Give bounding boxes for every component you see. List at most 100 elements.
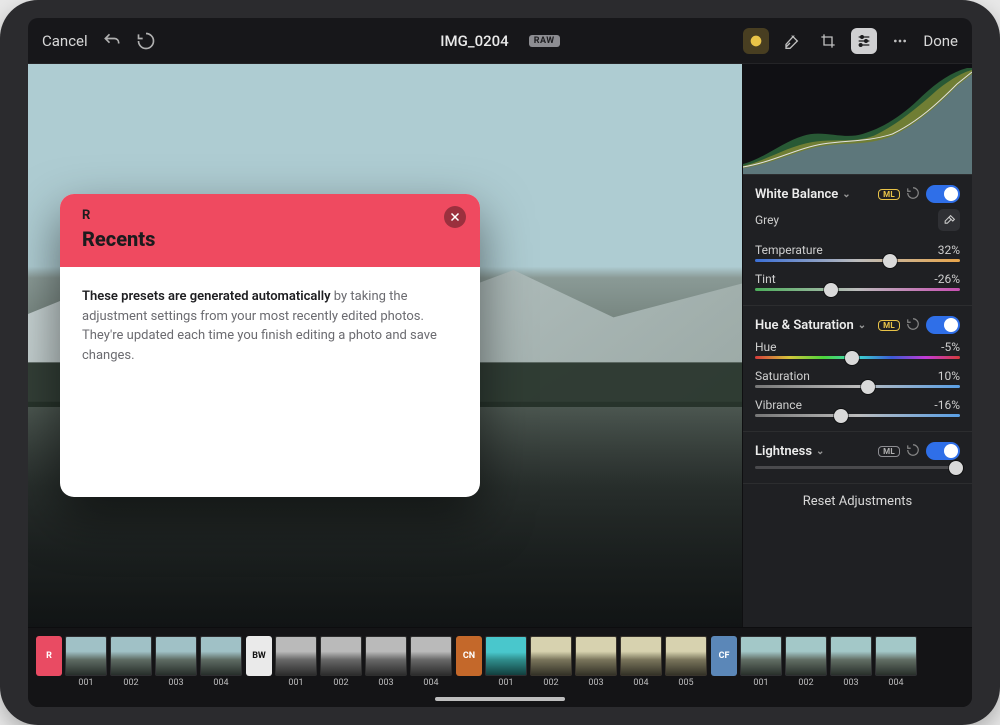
thumbnail-label: 003 (378, 678, 393, 688)
preset-thumb[interactable]: 003 (830, 636, 872, 688)
eyedropper-button[interactable] (938, 209, 960, 231)
thumbnail-image (485, 636, 527, 676)
crop-tool-button[interactable] (815, 28, 841, 54)
preset-thumb[interactable]: 003 (155, 636, 197, 688)
preset-thumb[interactable]: 001 (485, 636, 527, 688)
thumbnail-label: 002 (798, 678, 813, 688)
wb-toggle[interactable] (926, 185, 960, 203)
inspector-panel: White Balance ⌄ ML Grey (742, 64, 972, 627)
done-button[interactable]: Done (923, 32, 958, 50)
wb-ml-badge[interactable]: ML (878, 189, 900, 200)
lightness-toggle[interactable] (926, 442, 960, 460)
ml-enhance-button[interactable] (743, 28, 769, 54)
hs-toggle[interactable] (926, 316, 960, 334)
thumbnail-label: 003 (168, 678, 183, 688)
preset-thumb[interactable]: 001 (740, 636, 782, 688)
thumbnail-label: 004 (213, 678, 228, 688)
home-indicator[interactable] (435, 697, 565, 701)
sat-label: Saturation (755, 369, 810, 383)
preset-thumb[interactable]: 002 (110, 636, 152, 688)
preset-thumb[interactable]: 001 (65, 636, 107, 688)
white-balance-header[interactable]: White Balance ⌄ (755, 187, 872, 202)
thumbnail-image (320, 636, 362, 676)
preset-thumb[interactable]: 002 (320, 636, 362, 688)
thumbnail-image (785, 636, 827, 676)
adjustments-button[interactable] (851, 28, 877, 54)
thumbnail-label: 001 (753, 678, 768, 688)
chevron-down-icon: ⌄ (858, 320, 866, 331)
section-lightness: Lightness ⌄ ML (743, 431, 972, 483)
preset-thumb[interactable]: 004 (620, 636, 662, 688)
section-hue-saturation: Hue & Saturation ⌄ ML Hue -5% (743, 305, 972, 431)
filmstrip-tag-r[interactable]: R (36, 636, 62, 676)
temperature-slider[interactable] (755, 259, 960, 262)
temperature-value: 32% (938, 243, 960, 257)
reset-adjustments-button[interactable]: Reset Adjustments (743, 483, 972, 519)
thumbnail-image (275, 636, 317, 676)
tint-value: -26% (934, 272, 960, 286)
vibrance-slider[interactable] (755, 414, 960, 417)
modal-body: These presets are generated automaticall… (60, 267, 480, 497)
preset-thumb[interactable]: 004 (875, 636, 917, 688)
thumbnail-image (620, 636, 662, 676)
hs-reset-icon[interactable] (906, 317, 920, 334)
raw-badge: RAW (529, 35, 560, 47)
thumbnail-image (410, 636, 452, 676)
filmstrip-group-bw: BW001 002 003 004 (246, 636, 452, 688)
thumbnail-image (875, 636, 917, 676)
preset-thumb[interactable]: 002 (530, 636, 572, 688)
lightness-header[interactable]: Lightness ⌄ (755, 444, 872, 459)
thumbnail-image (830, 636, 872, 676)
revert-icon[interactable] (136, 31, 156, 51)
thumbnail-image (365, 636, 407, 676)
chevron-down-icon: ⌄ (842, 189, 850, 200)
thumbnail-label: 002 (333, 678, 348, 688)
recents-info-modal: R Recents These presets are generated au… (60, 194, 480, 497)
vib-value: -16% (934, 398, 960, 412)
thumbnail-label: 003 (843, 678, 858, 688)
hue-sat-header[interactable]: Hue & Saturation ⌄ (755, 318, 872, 333)
hs-ml-badge[interactable]: ML (878, 320, 900, 331)
preset-thumb[interactable]: 004 (410, 636, 452, 688)
filmstrip-tag-bw[interactable]: BW (246, 636, 272, 676)
tint-slider[interactable] (755, 288, 960, 291)
histogram[interactable] (743, 64, 972, 174)
thumbnail-label: 004 (633, 678, 648, 688)
hue-slider[interactable] (755, 356, 960, 359)
wb-reset-icon[interactable] (906, 186, 920, 203)
lightness-title: Lightness (755, 444, 812, 459)
filmstrip[interactable]: R001002003004BW001002003004CN00100200300… (28, 627, 972, 707)
filmstrip-tag-cn[interactable]: CN (456, 636, 482, 676)
lightness-slider[interactable] (755, 466, 960, 469)
lightness-reset-icon[interactable] (906, 443, 920, 460)
photo-canvas[interactable]: R Recents These presets are generated au… (28, 64, 742, 627)
thumbnail-label: 004 (888, 678, 903, 688)
preset-thumb[interactable]: 003 (575, 636, 617, 688)
thumbnail-label: 005 (678, 678, 693, 688)
thumbnail-label: 002 (123, 678, 138, 688)
wb-mode-label: Grey (755, 213, 779, 227)
modal-title: Recents (82, 227, 462, 251)
filmstrip-tag-cf[interactable]: CF (711, 636, 737, 676)
lightness-ml-badge[interactable]: ML (878, 446, 900, 457)
preset-thumb[interactable]: 002 (785, 636, 827, 688)
toolbar: Cancel IMG_0204 RAW (28, 18, 972, 64)
preset-thumb[interactable]: 005 (665, 636, 707, 688)
close-icon[interactable] (444, 206, 466, 228)
thumbnail-image (200, 636, 242, 676)
thumbnail-label: 001 (78, 678, 93, 688)
file-title: IMG_0204 RAW (351, 32, 648, 50)
undo-icon[interactable] (102, 31, 122, 51)
thumbnail-image (155, 636, 197, 676)
repair-tool-button[interactable] (779, 28, 805, 54)
more-button[interactable] (887, 28, 913, 54)
ipad-frame: Cancel IMG_0204 RAW (0, 0, 1000, 725)
preset-thumb[interactable]: 004 (200, 636, 242, 688)
preset-thumb[interactable]: 001 (275, 636, 317, 688)
section-white-balance: White Balance ⌄ ML Grey (743, 174, 972, 305)
preset-thumb[interactable]: 003 (365, 636, 407, 688)
filmstrip-group-r: R 001 002 003 004 (36, 636, 242, 688)
saturation-slider[interactable] (755, 385, 960, 388)
cancel-button[interactable]: Cancel (42, 32, 88, 50)
thumbnail-image (575, 636, 617, 676)
